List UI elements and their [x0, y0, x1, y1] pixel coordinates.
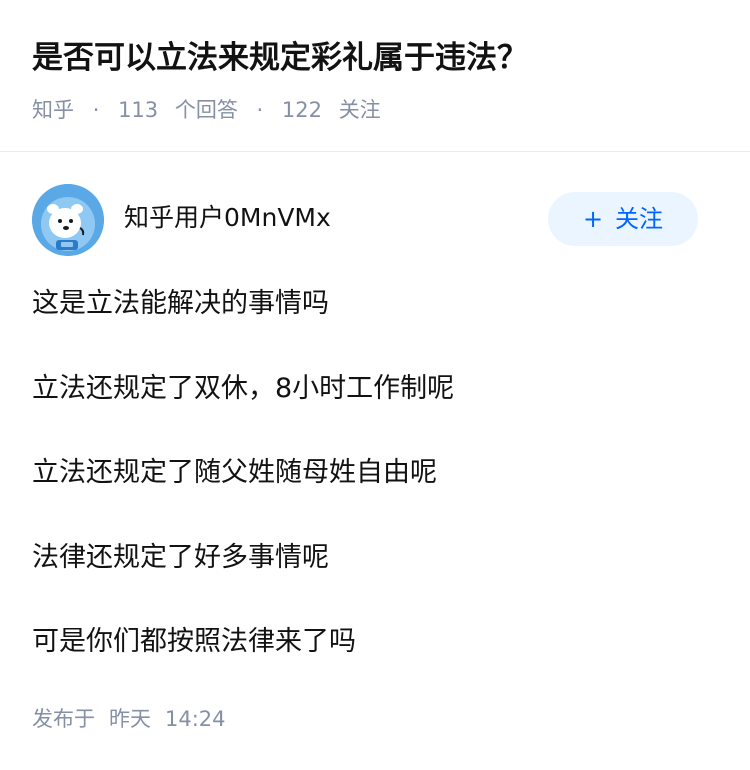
answers-label[interactable]: 个回答: [175, 94, 238, 126]
publish-date: 昨天: [109, 707, 151, 731]
question-meta: 知乎 · 113 个回答 · 122 关注: [32, 94, 381, 126]
answer-paragraph: 立法还规定了双休，8小时工作制呢: [32, 373, 455, 404]
publish-time: 发布于 昨天 14:24: [32, 703, 240, 735]
answer-paragraph: 可是你们都按照法律来了吗: [32, 626, 356, 657]
follow-label: 关注: [615, 205, 664, 233]
follow-button[interactable]: + 关注: [548, 192, 698, 246]
publish-clock: 14:24: [165, 707, 226, 731]
avatar[interactable]: [32, 184, 104, 256]
source-label[interactable]: 知乎: [32, 94, 74, 126]
question-title[interactable]: 是否可以立法来规定彩礼属于违法？: [32, 36, 722, 80]
followers-count: 122: [281, 98, 322, 122]
question-header: 是否可以立法来规定彩礼属于违法？ 知乎 · 113 个回答 · 122 关注: [0, 0, 750, 152]
separator-dot: ·: [92, 98, 100, 122]
separator-dot: ·: [256, 98, 264, 122]
followers-label[interactable]: 关注: [339, 94, 381, 126]
answer-paragraph: 法律还规定了好多事情呢: [32, 542, 329, 573]
answer-paragraph: 这是立法能解决的事情吗: [32, 288, 329, 319]
cartoon-bear-avatar-icon: [32, 184, 104, 256]
publish-label: 发布于: [32, 707, 95, 731]
answer-paragraph: 立法还规定了随父姓随母姓自由呢: [32, 457, 437, 488]
author-row: 知乎用户0MnVMx + 关注: [0, 152, 750, 262]
plus-icon: +: [582, 205, 604, 233]
answers-count: 113: [118, 98, 159, 122]
author-name[interactable]: 知乎用户0MnVMx: [124, 200, 331, 236]
